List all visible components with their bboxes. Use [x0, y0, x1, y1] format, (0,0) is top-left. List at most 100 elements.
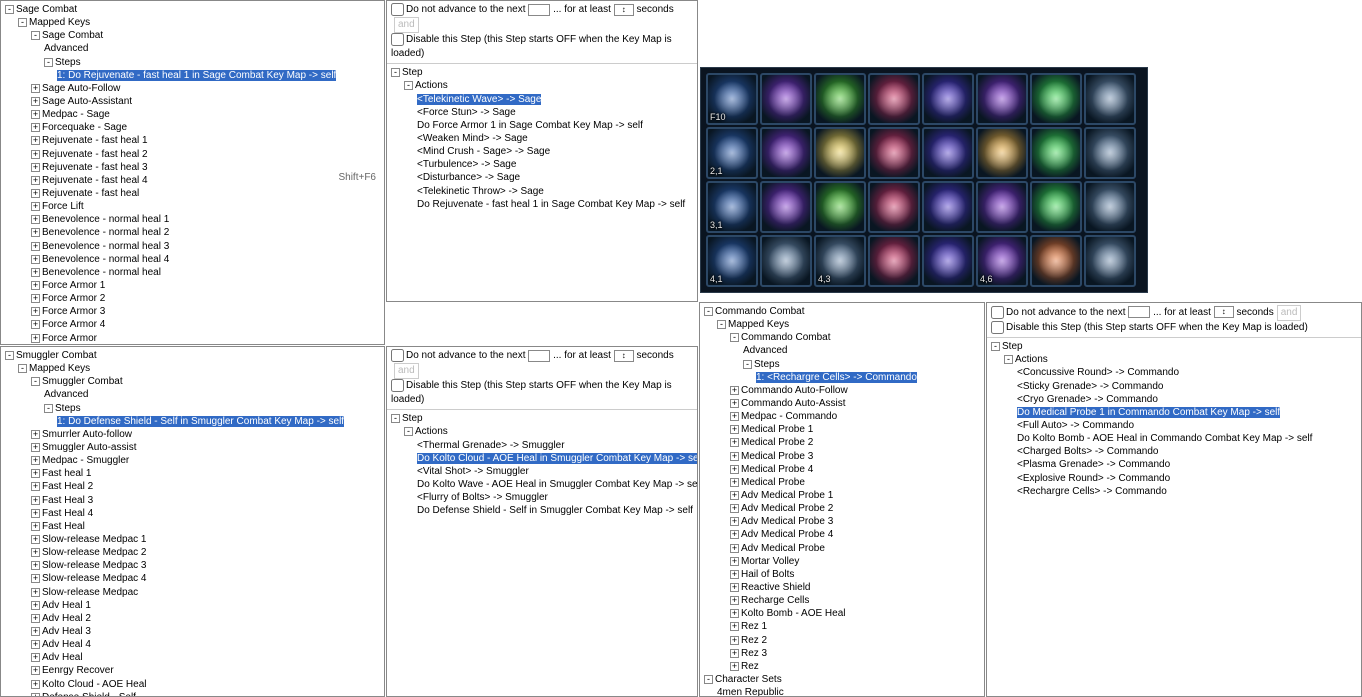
expand-icon[interactable]: + — [31, 640, 40, 649]
tree-label[interactable]: Medical Probe 4 — [741, 464, 813, 475]
expand-icon[interactable]: + — [31, 693, 40, 697]
tree-label[interactable]: Adv Heal — [42, 652, 83, 663]
tree-label[interactable]: Sage Auto-Assistant — [42, 96, 132, 107]
expand-icon[interactable]: + — [31, 294, 40, 303]
expand-icon[interactable]: - — [31, 377, 40, 386]
tree-label[interactable]: Smuggler Auto-assist — [42, 442, 137, 453]
ability-slot[interactable]: 4,1 — [706, 235, 758, 287]
tree-label[interactable]: Sage Combat — [42, 30, 103, 41]
tree-label[interactable]: Rejuvenate - fast heal 2 — [42, 149, 148, 160]
tree-label[interactable]: Advanced — [44, 43, 88, 54]
tree-label[interactable]: Force Armor 1 — [42, 280, 105, 291]
tree-label[interactable]: Medpac - Sage — [42, 109, 110, 120]
expand-icon[interactable]: + — [31, 242, 40, 251]
step-index-input[interactable] — [1128, 306, 1150, 318]
tree-label[interactable]: Force Armor 4 — [42, 319, 105, 330]
action-item[interactable]: <Weaken Mind> -> Sage — [417, 133, 528, 144]
expand-icon[interactable]: + — [31, 202, 40, 211]
tree-label[interactable]: Benevolence - normal heal 3 — [42, 241, 169, 252]
tree-label[interactable]: Commando Auto-Assist — [741, 398, 846, 409]
tree-label[interactable]: Adv Heal 2 — [42, 613, 91, 624]
ability-slot[interactable] — [1030, 235, 1082, 287]
tree-label[interactable]: Forcequake - Sage — [42, 122, 127, 133]
tree-label[interactable]: Rejuvenate - fast heal 3 — [42, 162, 148, 173]
action-item[interactable]: Do Defense Shield - Self in Smuggler Com… — [417, 505, 693, 516]
action-item[interactable]: <Disturbance> -> Sage — [417, 172, 520, 183]
tree-label[interactable]: Kolto Bomb - AOE Heal — [741, 608, 846, 619]
expand-icon[interactable]: - — [5, 5, 14, 14]
ability-slot[interactable] — [1084, 73, 1136, 125]
expand-icon[interactable]: + — [31, 469, 40, 478]
action-selected[interactable]: Do Kolto Cloud - AOE Heal in Smuggler Co… — [417, 453, 698, 464]
tree-label[interactable]: Fast Heal — [42, 521, 85, 532]
tree-label[interactable]: Steps — [55, 57, 81, 68]
tree-label[interactable]: Smurrler Auto-follow — [42, 429, 132, 440]
action-item[interactable]: Do Rejuvenate - fast heal 1 in Sage Comb… — [417, 199, 685, 210]
expand-icon[interactable]: + — [31, 215, 40, 224]
action-item[interactable]: <Concussive Round> -> Commando — [1017, 367, 1179, 378]
tree-label[interactable]: Step — [402, 67, 423, 78]
expand-icon[interactable]: + — [31, 189, 40, 198]
tree-label[interactable]: Force Armor — [42, 333, 97, 344]
tree-label[interactable]: Reactive Shield — [741, 582, 810, 593]
tree-label[interactable]: Slow-release Medpac 4 — [42, 573, 147, 584]
ability-slot[interactable]: 4,6 — [976, 235, 1028, 287]
tree-label[interactable]: Adv Medical Probe 1 — [741, 490, 833, 501]
action-selected[interactable]: <Telekinetic Wave> -> Sage — [417, 94, 541, 105]
tree-label[interactable]: Force Lift — [42, 201, 84, 212]
expand-icon[interactable]: - — [991, 342, 1000, 351]
tree-label[interactable]: Adv Heal 4 — [42, 639, 91, 650]
expand-icon[interactable]: + — [730, 412, 739, 421]
tree-label[interactable]: Fast Heal 2 — [42, 481, 93, 492]
expand-icon[interactable]: + — [730, 636, 739, 645]
smuggler-actions-tree[interactable]: -Step -Actions <Thermal Grenade> -> Smug… — [387, 410, 697, 519]
expand-icon[interactable]: + — [31, 456, 40, 465]
tree-label[interactable]: Advanced — [44, 389, 88, 400]
tree-label[interactable]: Benevolence - normal heal 4 — [42, 254, 169, 265]
sage-actions-tree[interactable]: -Step -Actions <Telekinetic Wave> -> Sag… — [387, 64, 697, 213]
tree-label[interactable]: Medical Probe 3 — [741, 451, 813, 462]
expand-icon[interactable]: + — [31, 509, 40, 518]
expand-icon[interactable]: - — [704, 307, 713, 316]
expand-icon[interactable]: + — [730, 425, 739, 434]
tree-label[interactable]: Mapped Keys — [29, 17, 90, 28]
ability-slot[interactable]: 2,1 — [706, 127, 758, 179]
expand-icon[interactable]: + — [31, 535, 40, 544]
tree-label[interactable]: Fast heal 1 — [42, 468, 91, 479]
expand-icon[interactable]: + — [31, 150, 40, 159]
expand-icon[interactable]: + — [31, 136, 40, 145]
expand-icon[interactable]: + — [730, 570, 739, 579]
tree-label[interactable]: Fast Heal 4 — [42, 508, 93, 519]
expand-icon[interactable]: + — [730, 452, 739, 461]
expand-icon[interactable]: + — [31, 548, 40, 557]
expand-icon[interactable]: - — [31, 31, 40, 40]
action-item[interactable]: Do Force Armor 1 in Sage Combat Key Map … — [417, 120, 643, 131]
expand-icon[interactable]: - — [717, 320, 726, 329]
expand-icon[interactable]: + — [31, 443, 40, 452]
tree-label[interactable]: Actions — [415, 80, 448, 91]
ability-slot[interactable] — [1030, 73, 1082, 125]
action-item[interactable]: <Charged Bolts> -> Commando — [1017, 446, 1158, 457]
tree-label[interactable]: Adv Medical Probe — [741, 543, 825, 554]
action-item[interactable]: <Sticky Grenade> -> Commando — [1017, 381, 1163, 392]
expand-icon[interactable]: + — [730, 609, 739, 618]
tree-label[interactable]: Medpac - Smuggler — [42, 455, 129, 466]
and-button[interactable]: and — [394, 363, 419, 379]
ability-slot[interactable] — [760, 235, 812, 287]
expand-icon[interactable]: - — [44, 404, 53, 413]
expand-icon[interactable]: - — [44, 58, 53, 67]
expand-icon[interactable]: + — [31, 614, 40, 623]
expand-icon[interactable]: + — [31, 574, 40, 583]
expand-icon[interactable]: + — [730, 622, 739, 631]
tree-label[interactable]: Slow-release Medpac 3 — [42, 560, 147, 571]
expand-icon[interactable]: + — [730, 517, 739, 526]
and-button[interactable]: and — [394, 17, 419, 33]
expand-icon[interactable]: + — [31, 110, 40, 119]
expand-icon[interactable]: + — [31, 97, 40, 106]
ability-slot[interactable] — [922, 127, 974, 179]
tree-label[interactable]: Adv Medical Probe 2 — [741, 503, 833, 514]
ability-slot[interactable] — [814, 127, 866, 179]
commando-tree[interactable]: -Commando Combat -Mapped Keys -Commando … — [700, 303, 984, 697]
tree-label[interactable]: Medical Probe 1 — [741, 424, 813, 435]
advance-checkbox[interactable] — [391, 3, 404, 16]
